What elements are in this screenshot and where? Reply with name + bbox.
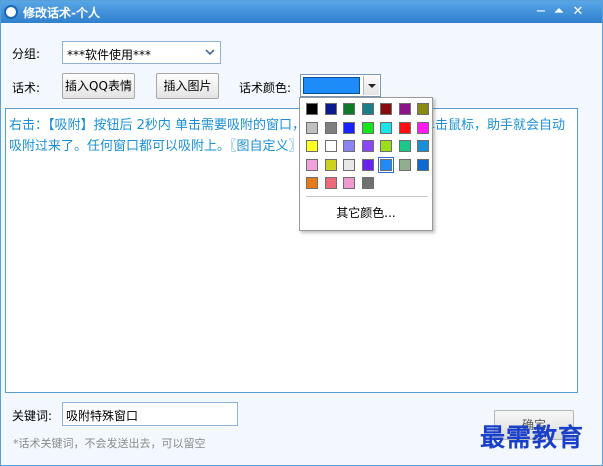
palette-color-cell[interactable] [378, 156, 394, 173]
palette-color-cell[interactable] [324, 121, 337, 134]
palette-color-cell[interactable] [306, 103, 318, 115]
insert-qq-emoji-button[interactable]: 插入QQ表情 [62, 73, 135, 99]
palette-color-cell[interactable] [343, 121, 355, 134]
window-title: 修改话术-个人 [23, 6, 100, 20]
palette-color-cell[interactable] [343, 140, 355, 152]
palette-color-cell[interactable] [361, 121, 374, 134]
palette-color-cell[interactable] [361, 158, 374, 171]
keyword-hint: *话术关键词，不会发送出去，可以留空 [13, 437, 206, 450]
palette-color-cell[interactable] [324, 103, 337, 115]
palette-color-cell[interactable] [398, 158, 411, 171]
palette-color-cell[interactable] [306, 158, 318, 171]
palette-color-cell[interactable] [361, 140, 374, 152]
close-icon[interactable]: ✕ [570, 3, 586, 20]
group-label: 分组: [12, 47, 41, 61]
chevron-down-icon [205, 49, 215, 56]
current-color-swatch [303, 77, 360, 94]
palette-color-cell[interactable] [380, 121, 392, 134]
palette-color-cell[interactable] [324, 140, 337, 152]
edit-script-dialog: 修改话术-个人 − ⏶ ✕ 分组: ***软件使用*** 话术: 插入QQ表情 … [0, 0, 603, 466]
insert-image-button[interactable]: 插入图片 [156, 73, 219, 99]
script-label: 话术: [12, 81, 41, 95]
palette-color-cell[interactable] [398, 140, 411, 152]
palette-color-cell[interactable] [343, 177, 355, 189]
maximize-icon[interactable]: ⏶ [551, 3, 567, 20]
palette-color-cell[interactable] [324, 177, 337, 189]
watermark-text: 最需教育 [480, 423, 585, 452]
keyword-input[interactable]: 吸附特殊窗口 [62, 402, 238, 426]
palette-color-cell[interactable] [417, 121, 429, 134]
group-select[interactable]: ***软件使用*** [62, 41, 221, 64]
caret-down-icon [368, 84, 376, 88]
palette-divider [306, 196, 428, 197]
palette-color-cell[interactable] [380, 140, 392, 152]
palette-color-cell[interactable] [380, 103, 392, 115]
palette-color-cell[interactable] [361, 103, 374, 115]
app-logo-icon [4, 5, 18, 19]
keyword-label: 关键词: [12, 409, 53, 423]
palette-color-cell[interactable] [417, 140, 429, 152]
palette-color-cell[interactable] [343, 158, 355, 171]
script-content-editor[interactable]: 右击：【吸附】按钮后 2秒内 单击需要吸附的窗口，在需要吸附的窗口上单击鼠标，助… [5, 108, 578, 393]
keyword-value: 吸附特殊窗口 [66, 409, 139, 423]
palette-color-cell[interactable] [306, 121, 318, 134]
script-color-picker[interactable] [300, 74, 381, 97]
group-select-value: ***软件使用*** [67, 48, 152, 62]
palette-color-cell[interactable] [324, 158, 337, 171]
color-palette-popup: 其它颜色... [299, 97, 433, 231]
minimize-icon[interactable]: − [533, 3, 549, 20]
palette-color-cell[interactable] [361, 177, 374, 189]
palette-color-cell[interactable] [306, 140, 318, 152]
title-bar[interactable]: 修改话术-个人 − ⏶ ✕ [1, 1, 602, 23]
palette-color-cell[interactable] [417, 158, 429, 171]
palette-color-cell[interactable] [343, 103, 355, 115]
palette-color-cell[interactable] [306, 177, 318, 189]
color-dropdown-button[interactable] [363, 76, 379, 95]
script-content-text: 右击：【吸附】按钮后 2秒内 单击需要吸附的窗口，在需要吸附的窗口上单击鼠标，助… [9, 118, 566, 154]
more-colors-button[interactable]: 其它颜色... [300, 204, 432, 221]
palette-color-cell[interactable] [417, 103, 429, 115]
script-color-label: 话术颜色: [239, 81, 292, 95]
palette-color-cell[interactable] [398, 103, 411, 115]
palette-color-cell[interactable] [398, 121, 411, 134]
